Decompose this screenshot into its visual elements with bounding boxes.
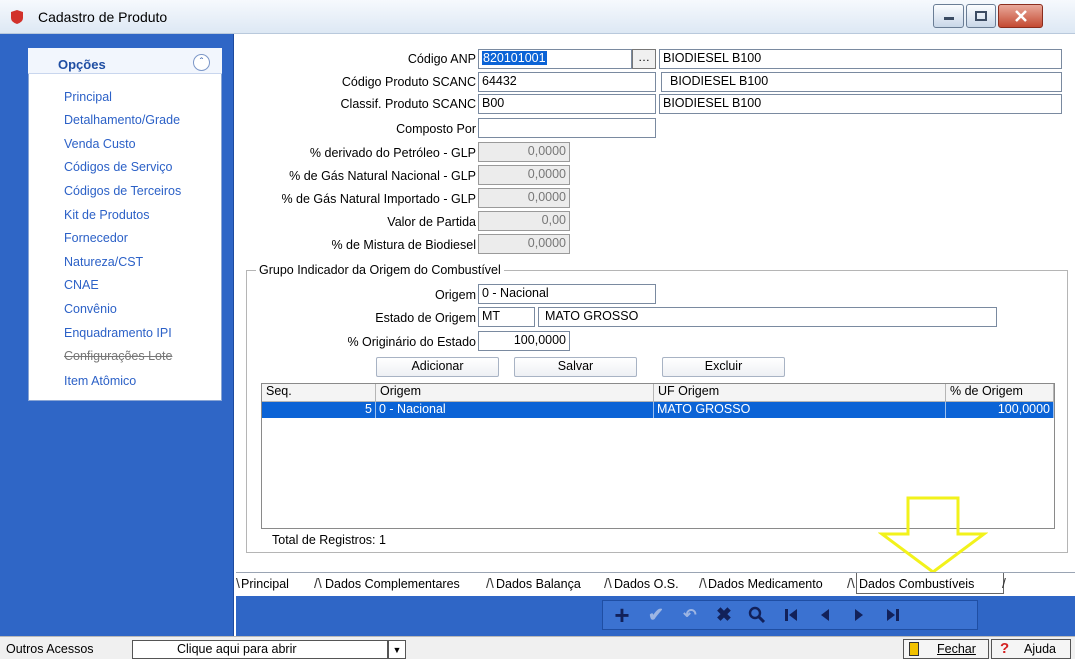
add-icon[interactable]: + [607, 600, 637, 630]
gas-importado-field: 0,0000 [478, 188, 570, 208]
classif-scanc-desc: BIODIESEL B100 [659, 94, 1062, 114]
gas-nacional-label: % de Gás Natural Nacional - GLP [289, 169, 476, 183]
tab-separator: \ [236, 575, 240, 591]
undo-icon: ↶ [683, 607, 697, 624]
valor-partida-field: 0,00 [478, 211, 570, 231]
first-icon[interactable] [776, 603, 806, 627]
mistura-biodiesel-field: 0,0000 [478, 234, 570, 254]
codigo-anp-label: Código ANP [407, 52, 476, 66]
tab-separator: /\ [699, 575, 707, 591]
originario-field[interactable]: 100,0000 [478, 331, 570, 351]
codigo-scanc-label: Código Produto SCANC [341, 75, 476, 89]
window-title: Cadastro de Produto [38, 9, 168, 25]
minimize-button[interactable] [933, 4, 964, 28]
excluir-button[interactable]: Excluir [662, 357, 785, 377]
collapse-icon[interactable]: ˆ [193, 54, 210, 71]
sidebar-item-fornecedor[interactable]: Fornecedor [64, 231, 128, 245]
tab-separator: /\ [314, 575, 322, 591]
fechar-label: Fechar [937, 642, 976, 656]
derivado-petroleo-field: 0,0000 [478, 142, 570, 162]
codigo-anp-desc: BIODIESEL B100 [659, 49, 1062, 69]
sidebar-item-natureza-cst[interactable]: Natureza/CST [64, 255, 143, 269]
tab-principal[interactable]: Principal [241, 577, 289, 591]
search-icon[interactable] [742, 603, 772, 627]
composto-por-label: Composto Por [396, 122, 476, 136]
sidebar-item-cnae[interactable]: CNAE [64, 278, 99, 292]
last-icon[interactable] [878, 603, 908, 627]
estado-origem-label: Estado de Origem [375, 311, 476, 325]
close-icon [1014, 10, 1027, 22]
classif-scanc-field[interactable]: B00 [478, 94, 656, 114]
opcoes-title: Opções [58, 57, 106, 72]
origem-label: Origem [435, 288, 476, 302]
help-icon: ? [1000, 640, 1010, 657]
lookup-button[interactable]: … [632, 49, 656, 69]
sidebar-item-codigos-servico[interactable]: Códigos de Serviço [64, 160, 172, 174]
gas-nacional-field: 0,0000 [478, 165, 570, 185]
tab-dados-complementares[interactable]: Dados Complementares [325, 577, 460, 591]
chevron-down-icon[interactable]: ▼ [388, 640, 406, 659]
sidebar-item-enquadramento-ipi[interactable]: Enquadramento IPI [64, 326, 172, 340]
table-row-origem[interactable]: 0 - Nacional [376, 402, 654, 418]
sidebar-item-convenio[interactable]: Convênio [64, 302, 117, 316]
valor-partida-label: Valor de Partida [387, 215, 476, 229]
grid-header-seq[interactable]: Seq. [262, 384, 376, 402]
codigo-scanc-desc: BIODIESEL B100 [661, 72, 1062, 92]
derivado-petroleo-label: % derivado do Petróleo - GLP [309, 146, 476, 160]
tab-separator: /\ [486, 575, 494, 591]
sidebar-item-kit-produtos[interactable]: Kit de Produtos [64, 208, 149, 222]
table-row-seq[interactable]: 5 [262, 402, 376, 418]
tab-dados-medicamento[interactable]: Dados Medicamento [708, 577, 823, 591]
adicionar-button[interactable]: Adicionar [376, 357, 499, 377]
next-icon[interactable] [844, 603, 874, 627]
table-row-percent[interactable]: 100,0000 [946, 402, 1054, 418]
fechar-button[interactable]: Fechar [903, 639, 989, 659]
table-row-uf-origem[interactable]: MATO GROSSO [654, 402, 946, 418]
total-registros: Total de Registros: 1 [272, 533, 386, 547]
grid-header-origem[interactable]: Origem [376, 384, 654, 402]
estado-nome-field: MATO GROSSO [538, 307, 997, 327]
tab-separator: / [1002, 575, 1006, 591]
composto-por-field[interactable] [478, 118, 656, 138]
minimize-icon [943, 17, 954, 20]
ajuda-label: Ajuda [1024, 642, 1056, 656]
outros-acessos-label: Outros Acessos [6, 642, 94, 656]
grid-header-percent[interactable]: % de Origem [946, 384, 1054, 402]
grupo-origem-title: Grupo Indicador da Origem do Combustível [256, 263, 504, 277]
mistura-biodiesel-label: % de Mistura de Biodiesel [331, 238, 476, 252]
codigo-anp-value: 820101001 [482, 51, 547, 65]
sidebar-item-detalhamento[interactable]: Detalhamento/Grade [64, 113, 180, 127]
sidebar-item-codigos-terceiros[interactable]: Códigos de Terceiros [64, 184, 181, 198]
prev-icon[interactable] [810, 603, 840, 627]
door-icon [909, 642, 919, 656]
tab-dados-balanca[interactable]: Dados Balança [496, 577, 581, 591]
estado-uf-field[interactable]: MT [478, 307, 535, 327]
app-icon [11, 10, 23, 24]
tab-dados-os[interactable]: Dados O.S. [614, 577, 679, 591]
codigo-anp-field[interactable]: 820101001 [478, 49, 632, 69]
salvar-button[interactable]: Salvar [514, 357, 637, 377]
originario-label: % Originário do Estado [347, 335, 476, 349]
maximize-icon [975, 11, 987, 21]
down-arrow-icon [878, 496, 988, 574]
maximize-button[interactable] [966, 4, 996, 28]
grid-header-uf-origem[interactable]: UF Origem [654, 384, 946, 402]
confirm-icon: ✔ [648, 604, 664, 626]
tab-dados-combustiveis[interactable]: Dados Combustíveis [859, 577, 974, 591]
outros-acessos-combo[interactable]: Clique aqui para abrir [132, 640, 388, 659]
tab-separator: /\ [604, 575, 612, 591]
classif-scanc-label: Classif. Produto SCANC [340, 97, 476, 111]
ajuda-button[interactable]: ? Ajuda [991, 639, 1071, 659]
close-button[interactable] [998, 4, 1043, 28]
sidebar-item-venda-custo[interactable]: Venda Custo [64, 137, 136, 151]
sidebar-item-principal[interactable]: Principal [64, 90, 112, 104]
tab-separator: /\ [847, 575, 855, 591]
delete-icon[interactable]: ✖ [709, 603, 739, 627]
sidebar-item-configuracoes-lote: Configurações Lote [64, 349, 173, 363]
codigo-scanc-field[interactable]: 64432 [478, 72, 656, 92]
gas-importado-label: % de Gás Natural Importado - GLP [281, 192, 476, 206]
sidebar-item-item-atomico[interactable]: Item Atômico [64, 374, 136, 388]
origem-field[interactable]: 0 - Nacional [478, 284, 656, 304]
